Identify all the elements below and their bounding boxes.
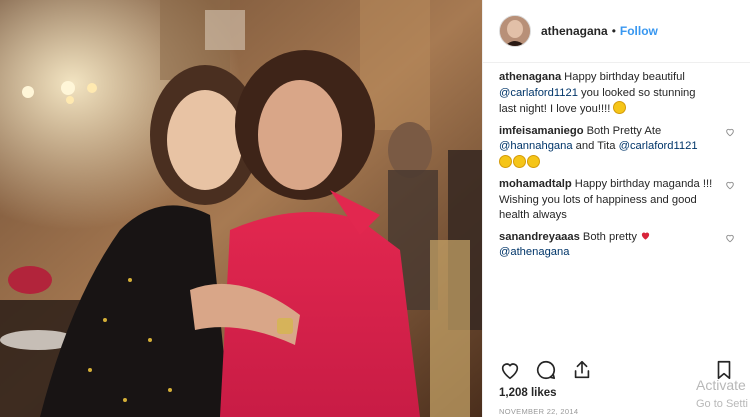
comment-text: Both pretty <box>582 230 641 243</box>
grinning-face-emoji-icon <box>499 154 512 168</box>
comment-mention[interactable]: @carlaford1121 <box>499 87 578 99</box>
comment-text: Both Pretty Ate <box>586 124 662 137</box>
grinning-face-emoji-icon <box>527 154 540 168</box>
separator-dot: • <box>611 24 616 38</box>
comment-text: and Tita <box>572 140 619 152</box>
red-heart-emoji-icon <box>641 232 650 240</box>
likes-count[interactable]: 1,208 likes <box>499 387 557 399</box>
smiling-face-emoji-icon <box>613 101 627 114</box>
comment-item: sanandreyaaas Both pretty @athenagana <box>499 230 735 261</box>
comment-mention[interactable]: @carlaford1121 <box>619 140 698 152</box>
comment-username[interactable]: mohamadtalp <box>499 178 572 190</box>
comment-icon[interactable] <box>535 359 557 381</box>
comment-username[interactable]: sanandreyaaas <box>499 231 580 243</box>
post-username[interactable]: athenagana <box>541 24 608 38</box>
comments-list: athenagana Happy birthday beautiful @carl… <box>499 70 735 267</box>
avatar[interactable] <box>499 15 531 47</box>
avatar-image <box>500 16 530 46</box>
comment-item: imfeisamaniego Both Pretty Ate @hannahgan… <box>499 124 735 172</box>
windows-activation-watermark: Activate <box>696 377 746 393</box>
post-date: NOVEMBER 22, 2014 <box>499 407 579 416</box>
share-icon[interactable] <box>571 359 593 381</box>
post-photo[interactable] <box>0 0 482 417</box>
comment-item: mohamadtalp Happy birthday maganda !!! Wi… <box>499 177 735 224</box>
comment-text: Happy birthday beautiful <box>564 71 685 83</box>
comment-like-heart-icon[interactable] <box>725 233 735 243</box>
comment-mention[interactable]: @hannahgana <box>499 140 573 152</box>
comment-username[interactable]: imfeisamaniego <box>499 125 584 137</box>
caption-comment: athenagana Happy birthday beautiful @carl… <box>499 70 735 118</box>
comment-username[interactable]: athenagana <box>499 71 561 83</box>
grinning-face-emoji-icon <box>513 154 526 168</box>
windows-activation-subtext: Go to Setti <box>696 398 748 410</box>
photo-illustration <box>0 0 482 417</box>
post-sidebar: athenagana • Follow athenagana Happy birt… <box>482 0 750 417</box>
instagram-post-frame: athenagana • Follow athenagana Happy birt… <box>0 0 750 417</box>
comment-like-heart-icon[interactable] <box>725 127 735 137</box>
follow-button[interactable]: Follow <box>620 24 658 38</box>
heart-icon[interactable] <box>499 359 521 381</box>
comment-mention[interactable]: @athenagana <box>499 246 569 258</box>
comment-like-heart-icon[interactable] <box>725 180 735 190</box>
post-header: athenagana • Follow <box>483 0 750 63</box>
